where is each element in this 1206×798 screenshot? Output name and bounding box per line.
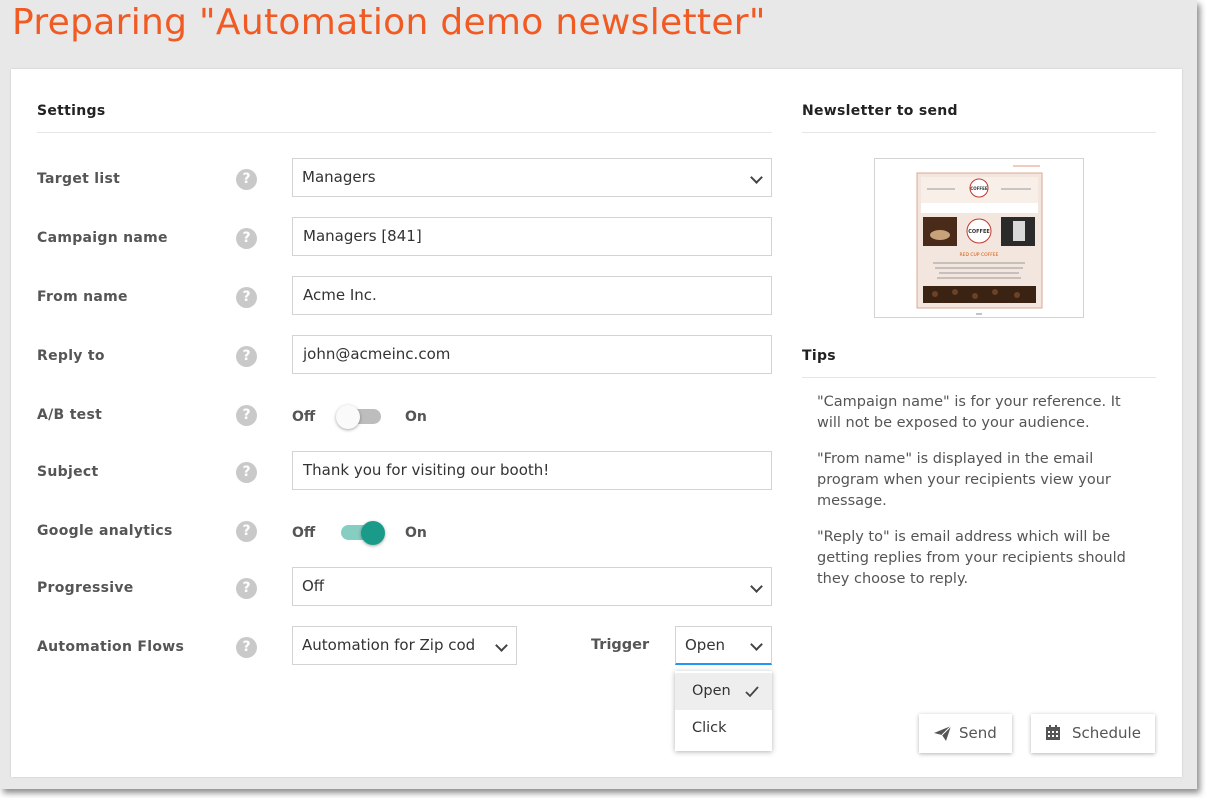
trigger-option-open[interactable]: Open: [675, 673, 772, 710]
automation-flows-label: Automation Flows: [37, 639, 185, 655]
trigger-option-label: Open: [692, 683, 731, 699]
campaign-name-help-icon[interactable]: ?: [236, 228, 257, 249]
google-analytics-on-label: On: [405, 525, 427, 541]
tips-heading: Tips: [802, 348, 836, 364]
trigger-option-label: Click: [692, 720, 727, 736]
target-list-value: Managers: [302, 168, 376, 186]
target-list-label: Target list: [37, 171, 121, 187]
from-name-help-icon[interactable]: ?: [236, 287, 257, 308]
reply-to-label: Reply to: [37, 348, 105, 364]
subject-help-icon[interactable]: ?: [236, 462, 257, 483]
google-analytics-toggle-knob: [361, 521, 385, 545]
ab-test-on-label: On: [405, 409, 427, 425]
chevron-down-icon: [750, 638, 763, 651]
window-frame: Preparing "Automation demo newsletter" S…: [0, 0, 1197, 789]
progressive-help-icon[interactable]: ?: [236, 578, 257, 599]
calendar-icon: [1046, 725, 1060, 740]
subject-label: Subject: [37, 464, 99, 480]
progressive-value: Off: [302, 577, 325, 595]
from-name-input[interactable]: Acme Inc.: [292, 276, 772, 315]
paper-plane-icon: [934, 726, 951, 741]
trigger-option-click[interactable]: Click: [675, 710, 772, 747]
from-name-label: From name: [37, 289, 128, 305]
ab-test-toggle-knob: [336, 405, 360, 429]
settings-divider: [37, 132, 772, 133]
send-button[interactable]: Send: [919, 714, 1012, 753]
trigger-select[interactable]: Open: [675, 626, 772, 665]
tips-divider: [802, 377, 1156, 378]
thumbnail-headline: RED CUP COFFEE: [960, 252, 999, 258]
progressive-label: Progressive: [37, 580, 134, 596]
schedule-button[interactable]: Schedule: [1031, 714, 1155, 753]
chevron-down-icon: [495, 639, 508, 652]
reply-to-help-icon[interactable]: ?: [236, 346, 257, 367]
target-list-select[interactable]: Managers: [292, 158, 772, 197]
settings-heading: Settings: [37, 103, 106, 119]
ab-test-label: A/B test: [37, 407, 103, 423]
tip-campaign-name: "Campaign name" is for your reference. I…: [817, 394, 1121, 431]
chevron-down-icon: [750, 580, 763, 593]
automation-flows-select[interactable]: Automation for Zip cod: [292, 626, 517, 665]
chevron-down-icon: [750, 171, 763, 184]
campaign-name-input[interactable]: Managers [841]: [292, 217, 772, 256]
google-analytics-off-label: Off: [292, 525, 316, 541]
newsletter-heading: Newsletter to send: [802, 103, 958, 119]
thumbnail-brand-text: COFFEE: [970, 186, 988, 191]
schedule-button-label: Schedule: [1072, 724, 1141, 742]
newsletter-preview[interactable]: COFFEE COFFEE RED CUP COFFEE: [874, 158, 1084, 318]
target-list-help-icon[interactable]: ?: [236, 169, 257, 190]
progressive-select[interactable]: Off: [292, 567, 772, 606]
send-button-label: Send: [959, 724, 997, 742]
ab-test-off-label: Off: [292, 409, 316, 425]
newsletter-thumbnail: COFFEE COFFEE RED CUP COFFEE: [875, 159, 1083, 317]
ab-test-help-icon[interactable]: ?: [236, 405, 257, 426]
subject-input[interactable]: Thank you for visiting our booth!: [292, 451, 772, 490]
trigger-value: Open: [685, 636, 726, 654]
trigger-dropdown-menu: Open Click: [675, 671, 772, 751]
thumbnail-logo-text: COFFEE: [968, 229, 990, 235]
newsletter-divider: [802, 132, 1156, 133]
automation-flows-value: Automation for Zip cod: [302, 636, 476, 654]
trigger-label: Trigger: [591, 637, 650, 653]
reply-to-input[interactable]: john@acmeinc.com: [292, 335, 772, 374]
tip-reply-to: "Reply to" is email address which will b…: [817, 529, 1126, 587]
page-title: Preparing "Automation demo newsletter": [12, 2, 766, 43]
automation-flows-help-icon[interactable]: ?: [236, 637, 257, 658]
main-card: Settings Target list ? Managers Campaign…: [11, 69, 1182, 777]
campaign-name-label: Campaign name: [37, 230, 168, 246]
google-analytics-help-icon[interactable]: ?: [236, 521, 257, 542]
checkmark-icon: [745, 686, 759, 698]
google-analytics-label: Google analytics: [37, 523, 173, 539]
tip-from-name: "From name" is displayed in the email pr…: [817, 451, 1111, 509]
